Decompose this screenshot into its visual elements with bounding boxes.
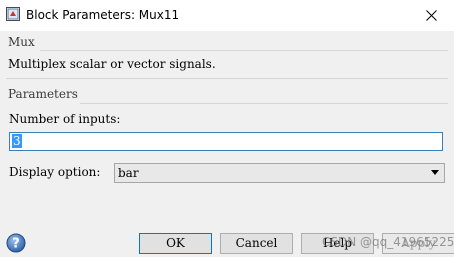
ok-button[interactable]: OK	[139, 233, 212, 254]
close-button[interactable]	[408, 0, 454, 31]
chevron-down-icon[interactable]	[431, 170, 439, 175]
window-title: Block Parameters: Mux11	[26, 8, 180, 22]
number-of-inputs-label: Number of inputs:	[9, 112, 121, 126]
svg-text:?: ?	[12, 237, 20, 252]
block-parameters-dialog: Block Parameters: Mux11 Mux Multiplex sc…	[0, 0, 454, 257]
display-option-value: bar	[118, 166, 139, 180]
close-icon	[425, 10, 437, 21]
display-option-select[interactable]: bar	[114, 163, 445, 183]
block-type-label: Mux	[8, 35, 35, 49]
cancel-button[interactable]: Cancel	[220, 233, 293, 254]
parameters-label: Parameters	[8, 87, 78, 101]
display-option-label: Display option:	[9, 165, 101, 179]
watermark-text: CSDN @qq_41965225	[322, 235, 454, 249]
number-of-inputs-field[interactable]: 3	[9, 132, 443, 151]
title-bar: Block Parameters: Mux11	[0, 0, 454, 31]
help-circle-icon[interactable]: ?	[6, 233, 26, 253]
number-of-inputs-value: 3	[12, 134, 22, 148]
section-divider	[6, 78, 448, 79]
simulink-block-icon	[6, 7, 20, 21]
block-type-divider	[40, 50, 448, 51]
parameters-divider	[80, 103, 448, 104]
block-description: Multiplex scalar or vector signals.	[8, 57, 216, 71]
